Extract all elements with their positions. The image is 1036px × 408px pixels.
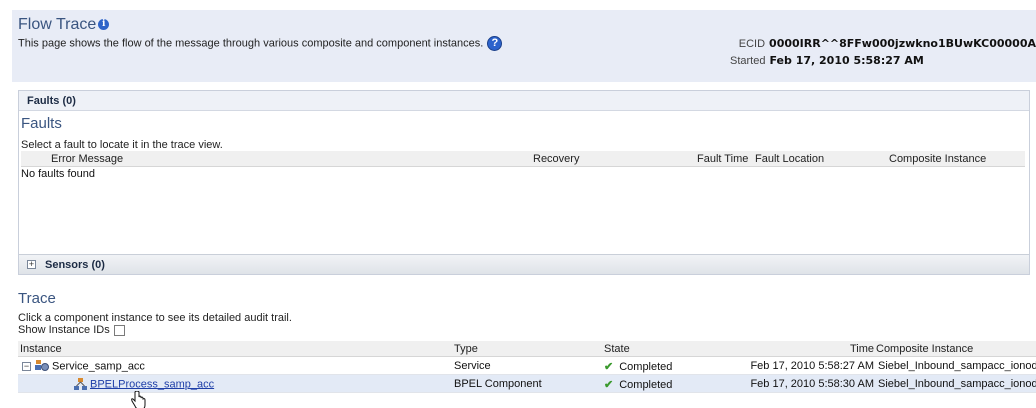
check-icon: ✔	[604, 379, 614, 391]
bpel-process-icon	[74, 378, 87, 390]
type-cell: Service	[454, 360, 491, 372]
faults-title: Faults	[21, 115, 62, 132]
trace-title: Trace	[18, 290, 56, 307]
trace-hint: Click a component instance to see its de…	[18, 312, 292, 324]
composite-cell[interactable]: Siebel_Inbound_sampacc_ionode	[878, 360, 1036, 372]
started-label: Started	[730, 55, 766, 67]
instance-name: Service_samp_acc	[52, 360, 145, 373]
trace-table-header: Instance Type State Time Composite Insta…	[18, 341, 1036, 357]
time-cell: Feb 17, 2010 5:58:27 AM	[750, 360, 874, 372]
column-error-message[interactable]: Error Message	[51, 153, 123, 165]
column-fault-location[interactable]: Fault Location	[755, 153, 824, 165]
ecid-label: ECID	[738, 38, 766, 50]
show-ids-label: Show Instance IDs	[18, 324, 110, 336]
type-cell: BPEL Component	[454, 378, 542, 390]
faults-table-header: Error Message Recovery Fault Time Fault …	[21, 151, 1025, 167]
check-icon: ✔	[604, 361, 614, 373]
no-faults-message: No faults found	[21, 168, 95, 180]
column-composite-instance[interactable]: Composite Instance	[889, 153, 986, 165]
faults-hint: Select a fault to locate it in the trace…	[21, 139, 223, 151]
faults-tab-label: Faults (0)	[27, 95, 76, 107]
sensors-bar[interactable]: + Sensors (0)	[19, 254, 1029, 274]
trace-row[interactable]: BPELProcess_samp_acc BPEL Component ✔ Com…	[18, 375, 1036, 393]
column-trace-composite-instance[interactable]: Composite Instance	[876, 343, 973, 355]
column-recovery[interactable]: Recovery	[533, 153, 579, 165]
info-icon[interactable]: i	[98, 19, 110, 30]
flow-trace-page: Flow Trace i This page shows the flow of …	[12, 10, 1036, 408]
header-band: Flow Trace i This page shows the flow of …	[12, 10, 1036, 82]
show-instance-ids: Show Instance IDs	[18, 324, 125, 336]
faults-panel: Faults (0) Faults Select a fault to loca…	[18, 90, 1030, 275]
expand-plus-icon[interactable]: +	[27, 260, 36, 269]
time-cell: Feb 17, 2010 5:58:30 AM	[750, 378, 874, 390]
page-description-text: This page shows the flow of the message …	[18, 37, 484, 50]
service-icon	[35, 360, 49, 371]
bpel-process-link[interactable]: BPELProcess_samp_acc	[90, 378, 214, 390]
faults-tab-header[interactable]: Faults (0)	[19, 91, 1029, 111]
ecid-line: ECID 0000IRR^^8FFw000jzwkno1BUwKC00000A	[739, 37, 1036, 50]
started-line: Started Feb 17, 2010 5:58:27 AM	[730, 54, 924, 67]
composite-cell[interactable]: Siebel_Inbound_sampacc_ionode	[878, 378, 1036, 390]
column-state[interactable]: State	[604, 343, 630, 355]
trace-row[interactable]: − Service_samp_acc Service ✔ Completed Feb…	[18, 357, 1036, 375]
collapse-minus-icon[interactable]: −	[22, 362, 31, 371]
column-time[interactable]: Time	[850, 343, 874, 355]
show-ids-checkbox[interactable]	[113, 324, 125, 336]
sensors-label: Sensors (0)	[45, 259, 105, 271]
page-title: Flow Trace i	[18, 16, 110, 34]
page-title-text: Flow Trace	[18, 16, 97, 33]
column-type[interactable]: Type	[454, 343, 478, 355]
page-description: This page shows the flow of the message …	[18, 36, 503, 51]
instance-cell: BPELProcess_samp_acc	[74, 378, 214, 391]
column-fault-time[interactable]: Fault Time	[697, 153, 748, 165]
hand-cursor-icon	[131, 391, 146, 408]
help-icon[interactable]: ?	[487, 36, 503, 51]
started-value: Feb 17, 2010 5:58:27 AM	[769, 54, 924, 67]
column-instance[interactable]: Instance	[20, 343, 62, 355]
instance-cell: − Service_samp_acc	[22, 360, 145, 373]
ecid-value: 0000IRR^^8FFw000jzwkno1BUwKC00000A	[769, 37, 1036, 50]
